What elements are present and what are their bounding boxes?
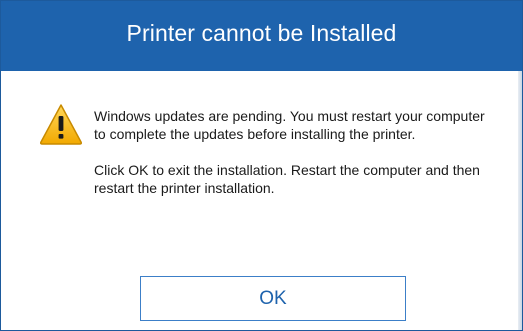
message-pending-updates: Windows updates are pending. You must re… [94,108,485,142]
ok-button[interactable]: OK [140,276,406,321]
dialog-title: Printer cannot be Installed [126,19,397,46]
message-instructions: Click OK to exit the installation. Resta… [94,162,480,196]
warning-icon [39,104,83,145]
dialog-message: Windows updates are pending. You must re… [94,107,494,197]
dialog-title-bar: Printer cannot be Installed [1,1,522,71]
dialog-right-edge [518,71,522,330]
printer-install-dialog: Printer cannot be Installed Windows upda… [0,0,523,331]
